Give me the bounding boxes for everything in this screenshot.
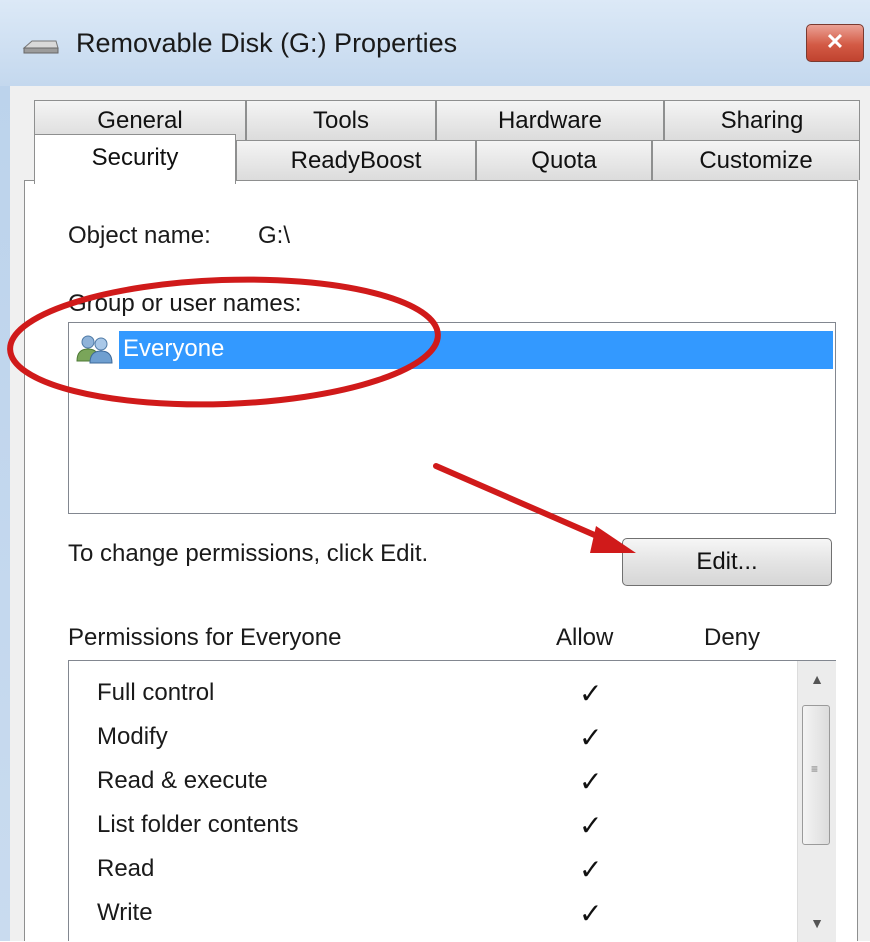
allow-check-icon: ✓	[579, 678, 603, 709]
permissions-scrollbar[interactable]: ▲ ≡ ▼	[797, 661, 836, 942]
permission-row: Read ✓	[69, 849, 799, 893]
title-bar[interactable]: Removable Disk (G:) Properties ✕	[0, 0, 870, 86]
allow-check-icon: ✓	[579, 898, 603, 929]
tab-sharing[interactable]: Sharing	[664, 100, 860, 140]
tab-tools[interactable]: Tools	[246, 100, 436, 140]
group-or-user-label: Group or user names:	[68, 290, 302, 317]
permission-name: Full control	[97, 679, 215, 706]
permission-row: Read & execute ✓	[69, 761, 799, 805]
tab-quota[interactable]: Quota	[476, 140, 652, 180]
edit-button[interactable]: Edit...	[622, 538, 832, 586]
group-name-everyone: Everyone	[123, 335, 225, 362]
users-group-icon	[76, 335, 113, 364]
deny-column-header: Deny	[704, 624, 761, 651]
permission-row: Full control ✓	[69, 673, 799, 717]
allow-check-icon: ✓	[579, 722, 603, 753]
tab-security[interactable]: Security	[34, 134, 236, 184]
scroll-thumb[interactable]: ≡	[802, 705, 830, 845]
permission-name: Read & execute	[97, 767, 268, 794]
change-permissions-hint: To change permissions, click Edit.	[68, 540, 429, 567]
permission-row: Write ✓	[69, 893, 799, 937]
scroll-up-arrow-icon[interactable]: ▲	[798, 661, 836, 697]
window-title: Removable Disk (G:) Properties	[76, 28, 458, 58]
object-name-label: Object name:	[68, 222, 211, 249]
permissions-for-label: Permissions for Everyone	[68, 624, 342, 651]
permission-row: Modify ✓	[69, 717, 799, 761]
scroll-down-arrow-icon[interactable]: ▼	[798, 905, 836, 941]
allow-check-icon: ✓	[579, 766, 603, 797]
grip-icon: ≡	[811, 762, 819, 776]
permission-name: Write	[97, 899, 153, 926]
permission-name: Modify	[97, 723, 168, 750]
allow-check-icon: ✓	[579, 854, 603, 885]
allow-check-icon: ✓	[579, 810, 603, 841]
allow-column-header: Allow	[556, 624, 614, 651]
tab-hardware[interactable]: Hardware	[436, 100, 664, 140]
permissions-list[interactable]: Full control ✓ Modify ✓ Read & execute ✓…	[68, 660, 836, 942]
object-name-value: G:\	[258, 222, 291, 249]
permission-row: List folder contents ✓	[69, 805, 799, 849]
tab-readyboost[interactable]: ReadyBoost	[236, 140, 476, 180]
close-button[interactable]: ✕	[806, 24, 864, 62]
tab-customize[interactable]: Customize	[652, 140, 860, 180]
drive-icon	[22, 40, 59, 54]
group-user-list[interactable]: Everyone	[68, 322, 836, 514]
permission-name: Read	[97, 855, 155, 882]
permission-name: List folder contents	[97, 811, 299, 838]
selected-row-highlight[interactable]: Everyone	[119, 331, 833, 369]
properties-window: Removable Disk (G:) Properties ✕ General…	[0, 0, 870, 942]
